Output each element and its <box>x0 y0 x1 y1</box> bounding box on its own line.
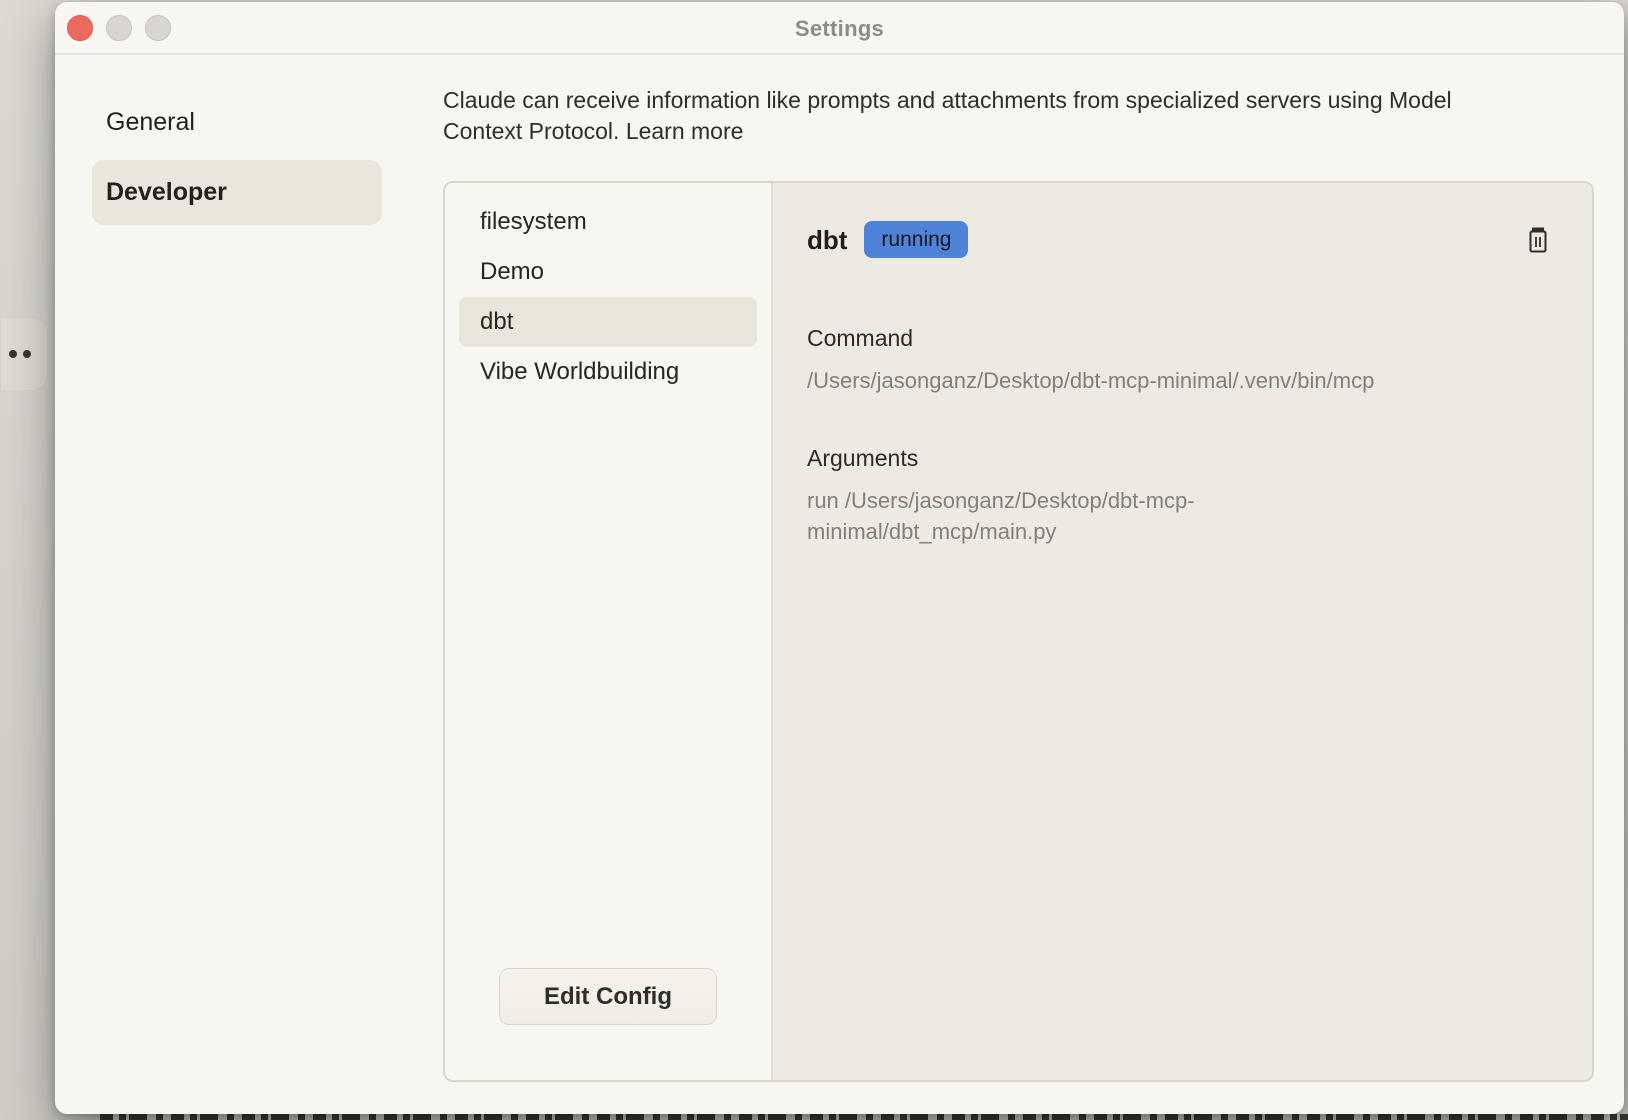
edit-config-button[interactable]: Edit Config <box>499 968 717 1025</box>
server-item-filesystem[interactable]: filesystem <box>459 197 757 247</box>
settings-content: General Developer Claude can receive inf… <box>55 57 1624 1114</box>
status-badge: running <box>864 221 968 258</box>
server-list: filesystem Demo dbt Vibe Worldbuilding E… <box>445 183 773 1080</box>
arguments-label: Arguments <box>807 442 1560 474</box>
close-window-button[interactable] <box>67 15 93 41</box>
learn-more-link[interactable]: Learn more <box>626 118 744 144</box>
titlebar: Settings <box>55 2 1624 55</box>
server-detail: dbt running <box>773 183 1592 1080</box>
server-name: dbt <box>807 222 847 258</box>
ellipsis-icon <box>23 350 31 358</box>
background-more-button[interactable] <box>0 317 48 391</box>
delete-server-button[interactable] <box>1524 224 1552 256</box>
ellipsis-icon <box>9 350 17 358</box>
command-section: Command /Users/jasonganz/Desktop/dbt-mcp… <box>807 322 1560 396</box>
sidebar-item-general[interactable]: General <box>92 93 382 152</box>
trash-icon <box>1526 226 1550 254</box>
arguments-section: Arguments run /Users/jasonganz/Desktop/d… <box>807 442 1560 547</box>
sidebar-item-developer[interactable]: Developer <box>92 160 382 225</box>
window-title: Settings <box>55 2 1624 55</box>
zoom-window-button[interactable] <box>145 15 171 41</box>
command-label: Command <box>807 322 1560 354</box>
settings-sidebar: General Developer <box>92 93 382 233</box>
settings-window: Settings General Developer Claude can re… <box>55 2 1624 1114</box>
server-detail-header: dbt running <box>807 221 1560 258</box>
mcp-description: Claude can receive information like prom… <box>443 85 1503 147</box>
minimize-window-button[interactable] <box>106 15 132 41</box>
developer-pane: Claude can receive information like prom… <box>443 85 1594 1082</box>
server-item-vibe-worldbuilding[interactable]: Vibe Worldbuilding <box>459 347 757 397</box>
server-item-demo[interactable]: Demo <box>459 247 757 297</box>
obscured-background-text <box>100 1114 1628 1120</box>
mcp-description-text: Claude can receive information like prom… <box>443 87 1452 144</box>
mcp-servers-panel: filesystem Demo dbt Vibe Worldbuilding E… <box>443 181 1594 1082</box>
server-item-dbt[interactable]: dbt <box>459 297 757 347</box>
command-value: /Users/jasonganz/Desktop/dbt-mcp-minimal… <box>807 365 1560 396</box>
arguments-value: run /Users/jasonganz/Desktop/dbt-mcp-min… <box>807 485 1237 547</box>
